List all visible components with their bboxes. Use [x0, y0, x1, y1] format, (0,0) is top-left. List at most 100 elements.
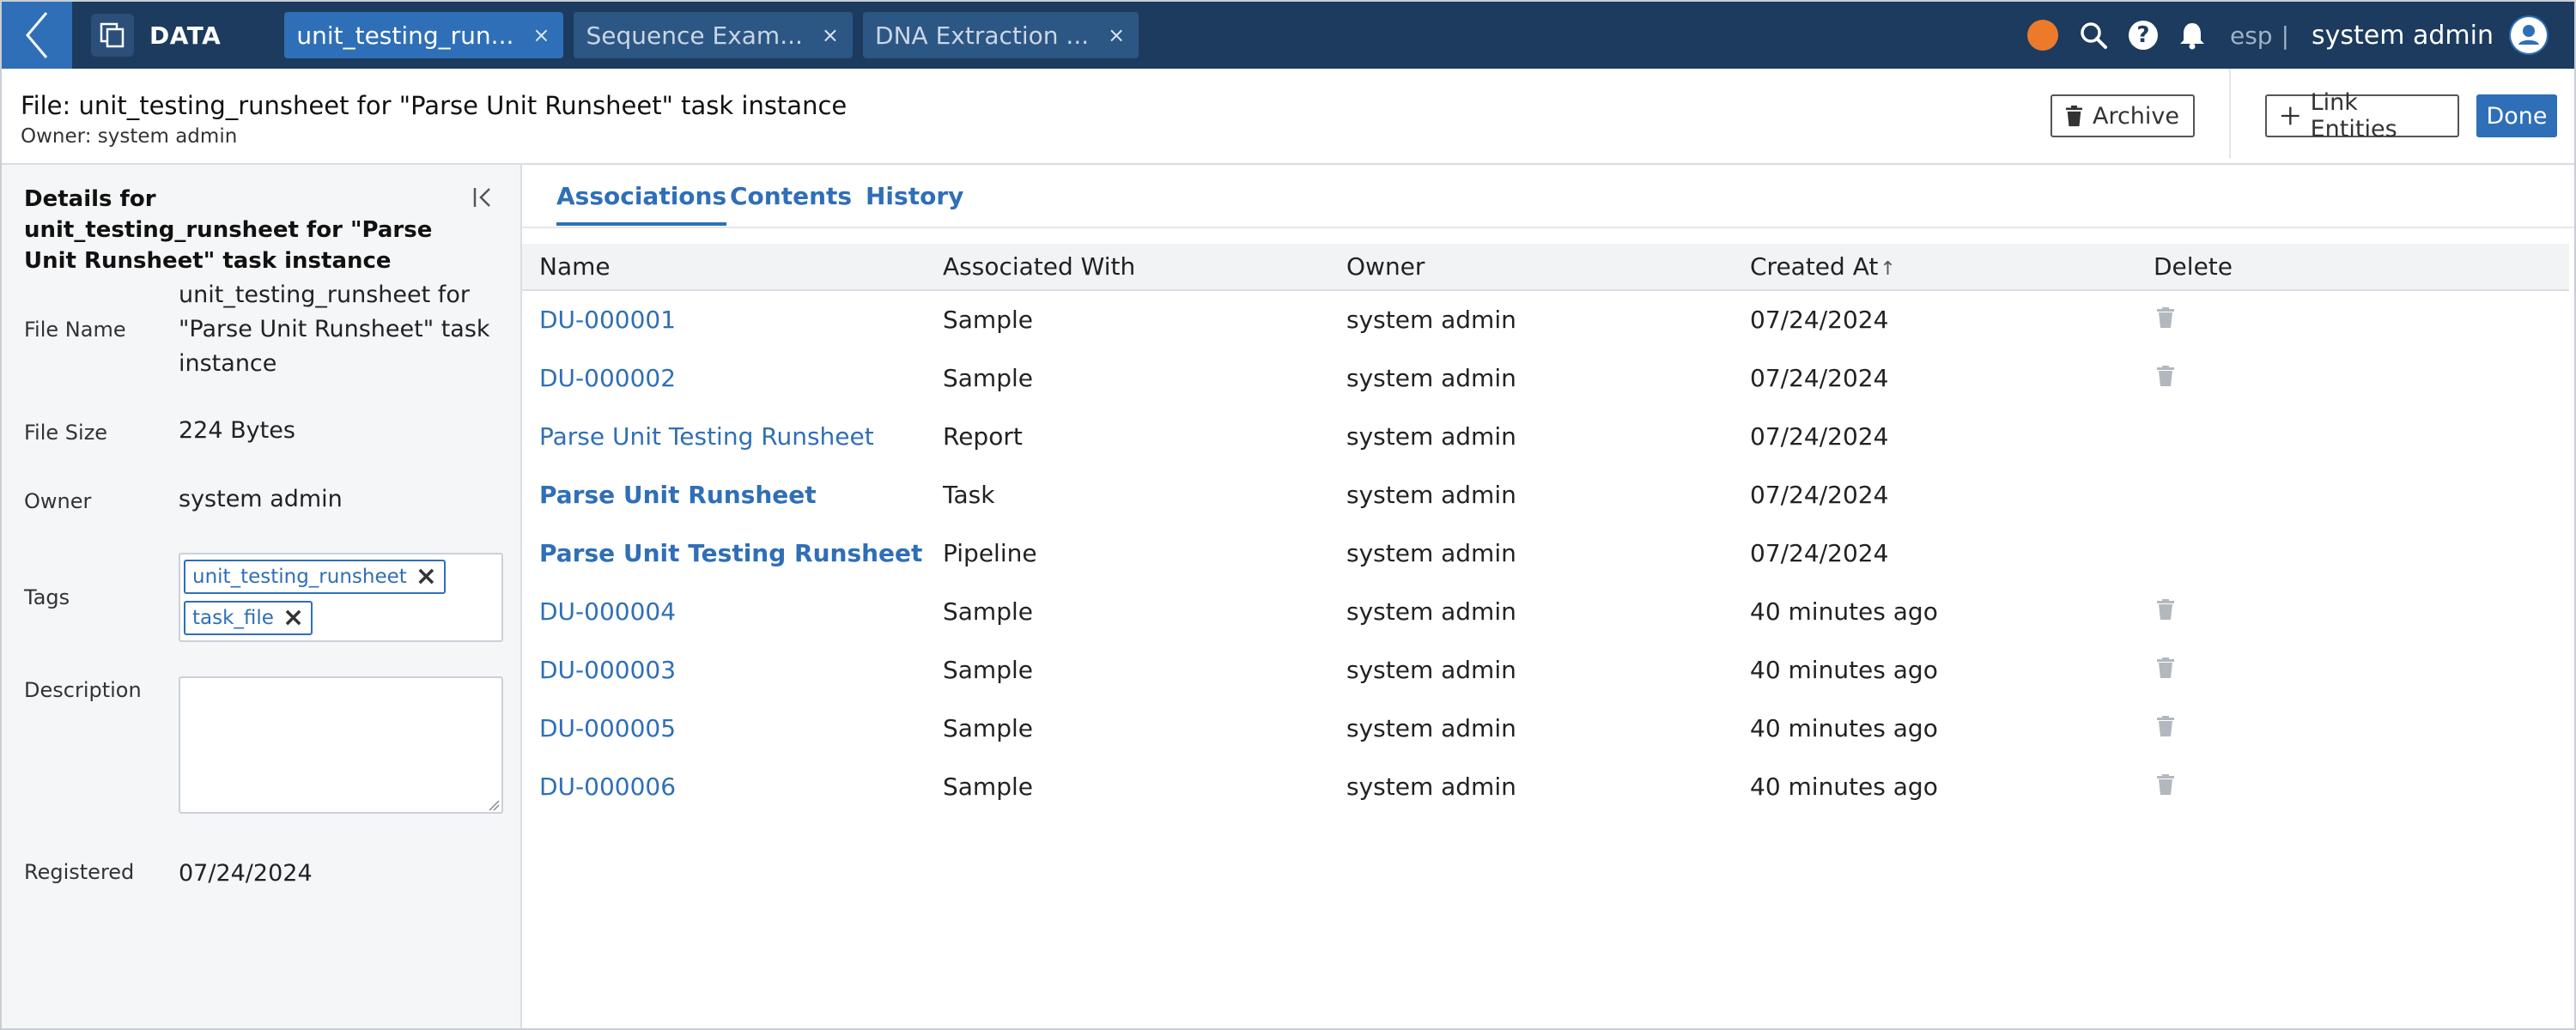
row-associated-with: Report [943, 421, 1023, 451]
details-panel: Details for unit_testing_runsheet for "P… [2, 165, 522, 1028]
table-row: DU-000003 Sample system admin 40 minutes… [522, 640, 2569, 699]
owner-value: system admin [179, 486, 343, 512]
divider [2229, 69, 2231, 158]
help-glyph: ? [2128, 21, 2158, 50]
row-name-link[interactable]: DU-000004 [522, 582, 926, 640]
main-content: Associations Contents History Name Assoc… [522, 165, 2574, 1028]
help-icon[interactable]: ? [2128, 21, 2158, 50]
search-icon[interactable] [2079, 21, 2108, 50]
row-created-at: 07/24/2024 [1750, 306, 1889, 334]
resize-grip-icon[interactable] [488, 798, 500, 815]
delete-cell [2136, 699, 2569, 757]
owner-label: Owner [24, 489, 92, 513]
column-header-created-at[interactable]: Created At↑ [1733, 244, 2136, 290]
user-name[interactable]: system admin [2312, 21, 2494, 51]
row-associated-with: Pipeline [943, 538, 1037, 567]
avatar[interactable] [2509, 15, 2549, 55]
row-associated-with: Sample [943, 772, 1033, 801]
close-tab-icon[interactable]: × [532, 23, 550, 47]
status-indicator[interactable] [2026, 20, 2058, 51]
delete-cell [2136, 757, 2569, 815]
table-row: DU-000005 Sample system admin 40 minutes… [522, 699, 2569, 757]
row-created-at: 40 minutes ago [1750, 597, 1938, 626]
tab-dna-extraction[interactable]: DNA Extraction ... × [863, 12, 1139, 58]
trash-icon[interactable] [2157, 364, 2174, 392]
row-associated-with: Task [943, 480, 995, 509]
page-header: File: unit_testing_runsheet for "Parse U… [2, 69, 2574, 165]
row-created-at: 40 minutes ago [1750, 772, 1938, 801]
language-selector[interactable]: esp [2230, 21, 2273, 50]
app-title: DATA [149, 21, 222, 50]
column-header-delete: Delete [2154, 252, 2233, 281]
bell-icon[interactable] [2178, 21, 2206, 50]
row-name-link[interactable]: Parse Unit Testing Runsheet [522, 524, 926, 582]
trash-icon[interactable] [2157, 772, 2174, 801]
row-associated-with: Sample [943, 306, 1033, 334]
column-header-owner[interactable]: Owner [1329, 244, 1733, 290]
archive-button[interactable]: Archive [2050, 94, 2195, 137]
remove-tag-icon[interactable]: × [283, 605, 304, 631]
copy-documents-icon [100, 22, 125, 48]
tab-unit-testing-runsheet[interactable]: unit_testing_run... × [284, 12, 564, 58]
row-name-link[interactable]: DU-000003 [522, 640, 926, 699]
app-switcher-button[interactable] [91, 14, 134, 57]
description-textarea[interactable] [179, 676, 503, 814]
sort-ascending-icon: ↑ [1880, 258, 1896, 280]
registered-label: Registered [24, 860, 135, 884]
page-owner: Owner: system admin [21, 125, 238, 148]
table-row: DU-000004 Sample system admin 40 minutes… [522, 582, 2569, 640]
delete-cell [2136, 640, 2569, 699]
trash-icon[interactable] [2157, 306, 2174, 334]
collapse-panel-icon[interactable] [472, 185, 496, 213]
back-button[interactable] [2, 2, 72, 69]
table-row: Parse Unit Testing Runsheet Report syste… [522, 407, 2569, 465]
close-tab-icon[interactable]: × [822, 23, 839, 47]
row-name-link[interactable]: DU-000005 [522, 699, 926, 757]
row-owner: system admin [1346, 421, 1516, 451]
table-row: DU-000002 Sample system admin 07/24/2024 [522, 348, 2569, 407]
tab-history[interactable]: History [866, 182, 963, 222]
row-name-link[interactable]: DU-000001 [522, 290, 926, 348]
trash-icon [2066, 105, 2082, 127]
table-row: Parse Unit Runsheet Task system admin 07… [522, 465, 2569, 524]
link-entities-label: Link Entities [2310, 89, 2397, 142]
remove-tag-icon[interactable]: × [416, 564, 437, 590]
row-name-link[interactable]: Parse Unit Testing Runsheet [522, 407, 926, 465]
plus-icon [2281, 106, 2300, 125]
row-owner: system admin [1346, 480, 1516, 509]
details-title: Details for unit_testing_runsheet for "P… [24, 186, 433, 274]
row-name-link[interactable]: Parse Unit Runsheet [522, 465, 926, 524]
table-header-row: Name Associated With Owner Created At↑ D… [522, 244, 2569, 290]
row-name-link[interactable]: DU-000002 [522, 348, 926, 407]
delete-cell [2136, 465, 2569, 524]
row-owner: system admin [1346, 363, 1516, 392]
top-right-controls: ? esp | system admin [2026, 2, 2549, 69]
row-created-at: 07/24/2024 [1750, 421, 1889, 451]
row-created-at: 40 minutes ago [1750, 655, 1938, 684]
tags-input[interactable]: unit_testing_runsheet × task_file × [179, 553, 503, 642]
row-associated-with: Sample [943, 713, 1033, 742]
row-associated-with: Sample [943, 655, 1033, 684]
trash-icon[interactable] [2157, 714, 2174, 742]
row-created-at: 07/24/2024 [1750, 480, 1889, 509]
column-header-name[interactable]: Name [522, 244, 926, 290]
close-tab-icon[interactable]: × [1108, 23, 1125, 47]
tab-contents[interactable]: Contents [730, 182, 852, 222]
trash-icon[interactable] [2157, 597, 2174, 626]
tab-associations[interactable]: Associations [556, 182, 727, 226]
done-button[interactable]: Done [2476, 94, 2557, 137]
file-name-value: unit_testing_runsheet for "Parse Unit Ru… [179, 282, 490, 377]
row-created-at: 07/24/2024 [1750, 363, 1889, 392]
row-associated-with: Sample [943, 363, 1033, 392]
registered-value: 07/24/2024 [179, 860, 313, 887]
column-header-associated-with[interactable]: Associated With [926, 244, 1329, 290]
tag-label: unit_testing_runsheet [192, 566, 407, 588]
top-navigation-bar: DATA unit_testing_run... × Sequence Exam… [2, 2, 2574, 69]
trash-icon[interactable] [2157, 656, 2174, 684]
tab-sequence-example[interactable]: Sequence Exam... × [574, 12, 854, 58]
tab-label: unit_testing_run... [296, 21, 514, 50]
open-tabs: unit_testing_run... × Sequence Exam... ×… [284, 12, 1139, 58]
row-owner: system admin [1346, 597, 1516, 626]
link-entities-button[interactable]: Link Entities [2265, 89, 2459, 142]
row-name-link[interactable]: DU-000006 [522, 757, 926, 815]
